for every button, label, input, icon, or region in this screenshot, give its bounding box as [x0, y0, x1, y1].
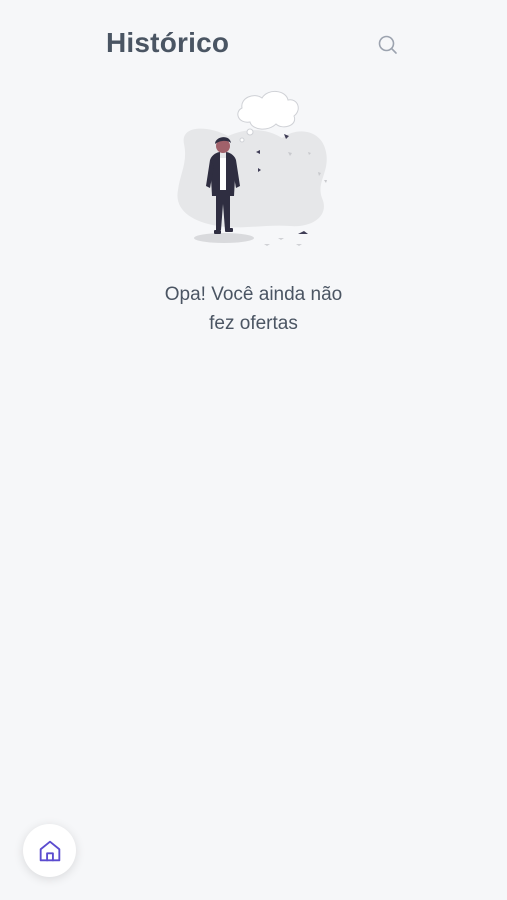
empty-state-message-line2: fez ofertas: [209, 313, 298, 334]
empty-state-message: Opa! Você ainda não fez ofertas: [0, 280, 507, 338]
header: Histórico: [0, 0, 507, 90]
empty-state-message-line1: Opa! Você ainda não: [164, 284, 343, 305]
page-title: Histórico: [106, 27, 230, 58]
search-button[interactable]: [374, 31, 402, 59]
home-button[interactable]: [23, 824, 76, 877]
search-icon: [378, 35, 397, 54]
home-icon: [39, 840, 60, 861]
empty-state-illustration: [170, 86, 340, 252]
